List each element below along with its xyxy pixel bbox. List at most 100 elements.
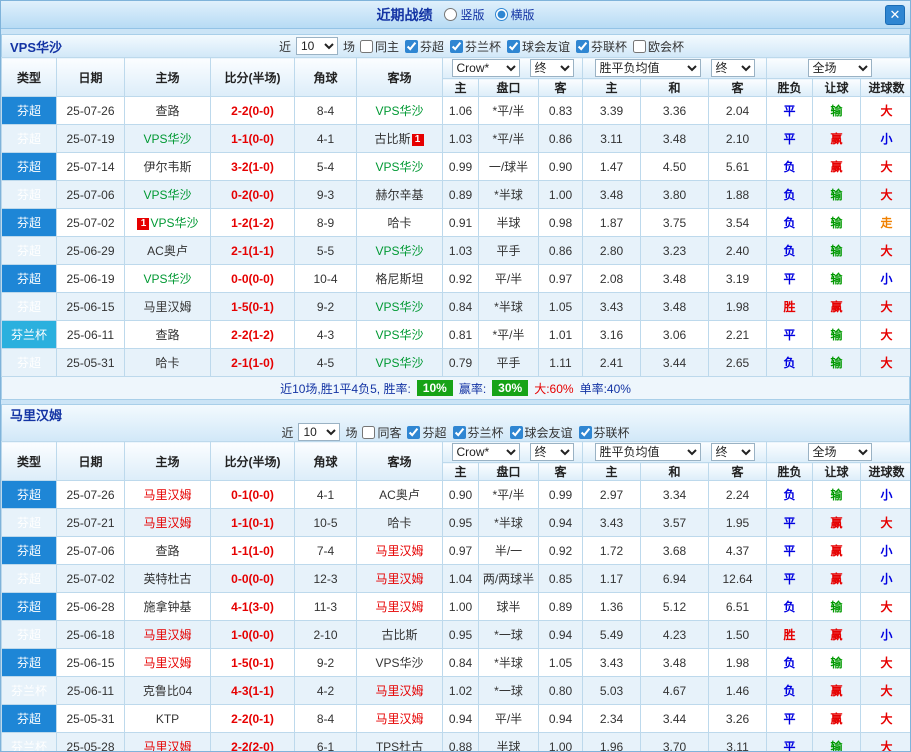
home-odds-cell: 0.91: [442, 208, 479, 237]
score-cell: 3-2(1-0): [210, 152, 295, 181]
filter-label: 芬兰杯: [465, 39, 502, 54]
sub-handicap-result: 让球: [812, 462, 862, 481]
avg-draw-cell: 6.94: [640, 564, 709, 593]
handicap-result-cell: 赢: [812, 536, 862, 565]
filter-option[interactable]: 芬联杯: [576, 38, 627, 55]
filter-checkbox[interactable]: [407, 425, 421, 439]
filter-option[interactable]: 芬超: [404, 38, 444, 55]
vertical-radio-input[interactable]: [444, 8, 458, 21]
score-cell: 2-2(1-2): [210, 320, 295, 349]
goals-cell: 大: [860, 236, 910, 265]
avg-draw-cell: 3.75: [640, 208, 709, 237]
handicap-cell: 半球: [478, 732, 539, 751]
horizontal-radio-input[interactable]: [494, 8, 508, 21]
avg-home-cell: 1.47: [582, 152, 641, 181]
layout-horizontal-option[interactable]: 横版: [494, 6, 535, 23]
avg-draw-cell: 4.67: [640, 676, 709, 705]
col-corner: 角球: [294, 441, 357, 481]
bookmaker-select[interactable]: Crow*: [451, 443, 520, 461]
filter-checkbox[interactable]: [404, 39, 418, 53]
sub-home-odds: 主: [442, 462, 479, 481]
filter-option[interactable]: 芬兰杯: [450, 38, 501, 55]
match-row: 芬超 25-07-26 查路 2-2(0-0) 8-4 VPS华沙 1.06 *平/半 0.83…: [1, 96, 910, 125]
filter-checkbox[interactable]: [450, 39, 463, 53]
corners-cell: 4-1: [294, 124, 357, 153]
away-team-name: 马里汉姆: [375, 544, 424, 558]
final-odds-select[interactable]: 终: [529, 59, 574, 77]
vertical-radio-label: 竖版: [460, 8, 485, 22]
avg-away-cell: 1.88: [707, 180, 768, 209]
filter-option[interactable]: 同主: [359, 38, 399, 55]
filter-option[interactable]: 球会友谊: [507, 38, 570, 55]
home-odds-cell: 1.02: [442, 676, 479, 705]
filter-option[interactable]: 芬联杯: [578, 424, 630, 441]
avg-odds-select[interactable]: 胜平负均值: [594, 443, 701, 461]
home-team-name: VPS华沙: [143, 188, 192, 202]
filter-option[interactable]: 欧会杯: [633, 38, 684, 55]
col-score: 比分(半场): [210, 441, 295, 481]
goals-cell: 小: [860, 620, 910, 649]
layout-vertical-option[interactable]: 竖版: [444, 6, 485, 23]
final-avg-select[interactable]: 终: [710, 443, 755, 461]
away-team-name: VPS华沙: [375, 656, 424, 670]
filter-option[interactable]: 球会友谊: [509, 424, 573, 441]
result-cell: 平: [766, 508, 814, 537]
filter-checkbox[interactable]: [359, 39, 373, 53]
col-away: 客场: [356, 441, 443, 481]
result-cell: 负: [766, 236, 814, 265]
away-team-cell: 赫尔辛基: [356, 180, 443, 209]
match-count-select[interactable]: 10: [295, 37, 338, 55]
col-type: 类型: [1, 441, 57, 481]
final-odds-select[interactable]: 终: [529, 443, 574, 461]
filter-checkbox[interactable]: [578, 425, 592, 439]
filter-checkbox[interactable]: [452, 425, 466, 439]
avg-odds-select[interactable]: 胜平负均值: [594, 59, 701, 77]
avg-away-cell: 5.61: [707, 152, 768, 181]
filter-option[interactable]: 芬超: [407, 424, 447, 441]
score-cell: 2-2(0-0): [210, 96, 295, 125]
away-team-cell: VPS华沙: [356, 236, 443, 265]
filter-option[interactable]: 同客: [362, 424, 401, 441]
filter-checkbox[interactable]: [362, 425, 376, 439]
corners-cell: 4-2: [294, 676, 357, 705]
home-team-cell: VPS华沙: [124, 264, 211, 293]
home-odds-cell: 0.89: [442, 180, 479, 209]
date-cell: 25-07-21: [56, 508, 125, 537]
avg-away-cell: 6.51: [707, 592, 768, 621]
filter-checkbox[interactable]: [507, 39, 521, 53]
match-row: 芬超 25-07-06 查路 1-1(1-0) 7-4 马里汉姆 0.97 半/一 0.92 1.…: [1, 536, 910, 565]
fullmatch-select[interactable]: 全场: [807, 59, 872, 77]
red-card-badge: 1: [137, 218, 150, 230]
filter-option[interactable]: 芬兰杯: [452, 424, 504, 441]
horizontal-radio-label: 横版: [510, 8, 535, 22]
match-row: 芬超 25-07-14 伊尔韦斯 3-2(1-0) 5-4 VPS华沙 0.99 一/球半 0.…: [1, 152, 910, 181]
home-odds-cell: 1.03: [442, 124, 479, 153]
away-team-cell: 马里汉姆: [356, 704, 443, 733]
filter-checkbox[interactable]: [633, 39, 647, 53]
corners-cell: 9-3: [294, 180, 357, 209]
avg-home-cell: 3.16: [582, 320, 641, 349]
filter-checkbox[interactable]: [509, 425, 523, 439]
bookmaker-select[interactable]: Crow*: [451, 59, 520, 77]
handicap-cell: *半球: [478, 508, 539, 537]
final-avg-select[interactable]: 终: [710, 59, 755, 77]
goals-cell: 大: [860, 676, 910, 705]
fullmatch-select[interactable]: 全场: [807, 443, 872, 461]
home-team-cell: 施拿钟基: [124, 592, 211, 621]
away-team-name: VPS华沙: [375, 104, 424, 118]
away-odds-cell: 0.85: [538, 564, 583, 593]
date-cell: 25-07-02: [56, 208, 125, 237]
goals-cell: 大: [860, 648, 910, 677]
filter-checkbox[interactable]: [576, 39, 590, 53]
away-team-name: 格尼斯坦: [375, 272, 424, 286]
home-team-name: KTP: [155, 711, 180, 726]
match-row: 芬超 25-07-06 VPS华沙 0-2(0-0) 9-3 赫尔辛基 0.89 *半球 1.0…: [1, 180, 910, 209]
home-odds-cell: 0.95: [442, 620, 479, 649]
away-odds-cell: 1.11: [538, 348, 583, 377]
match-count-select[interactable]: 10: [298, 423, 341, 441]
filter-label: 芬联杯: [593, 425, 630, 440]
section-mariehamn-team-name: 马里汉姆: [10, 407, 63, 423]
avg-away-cell: 2.40: [707, 236, 768, 265]
close-icon[interactable]: ✕: [885, 5, 905, 25]
sub-away-odds: 客: [538, 462, 583, 481]
